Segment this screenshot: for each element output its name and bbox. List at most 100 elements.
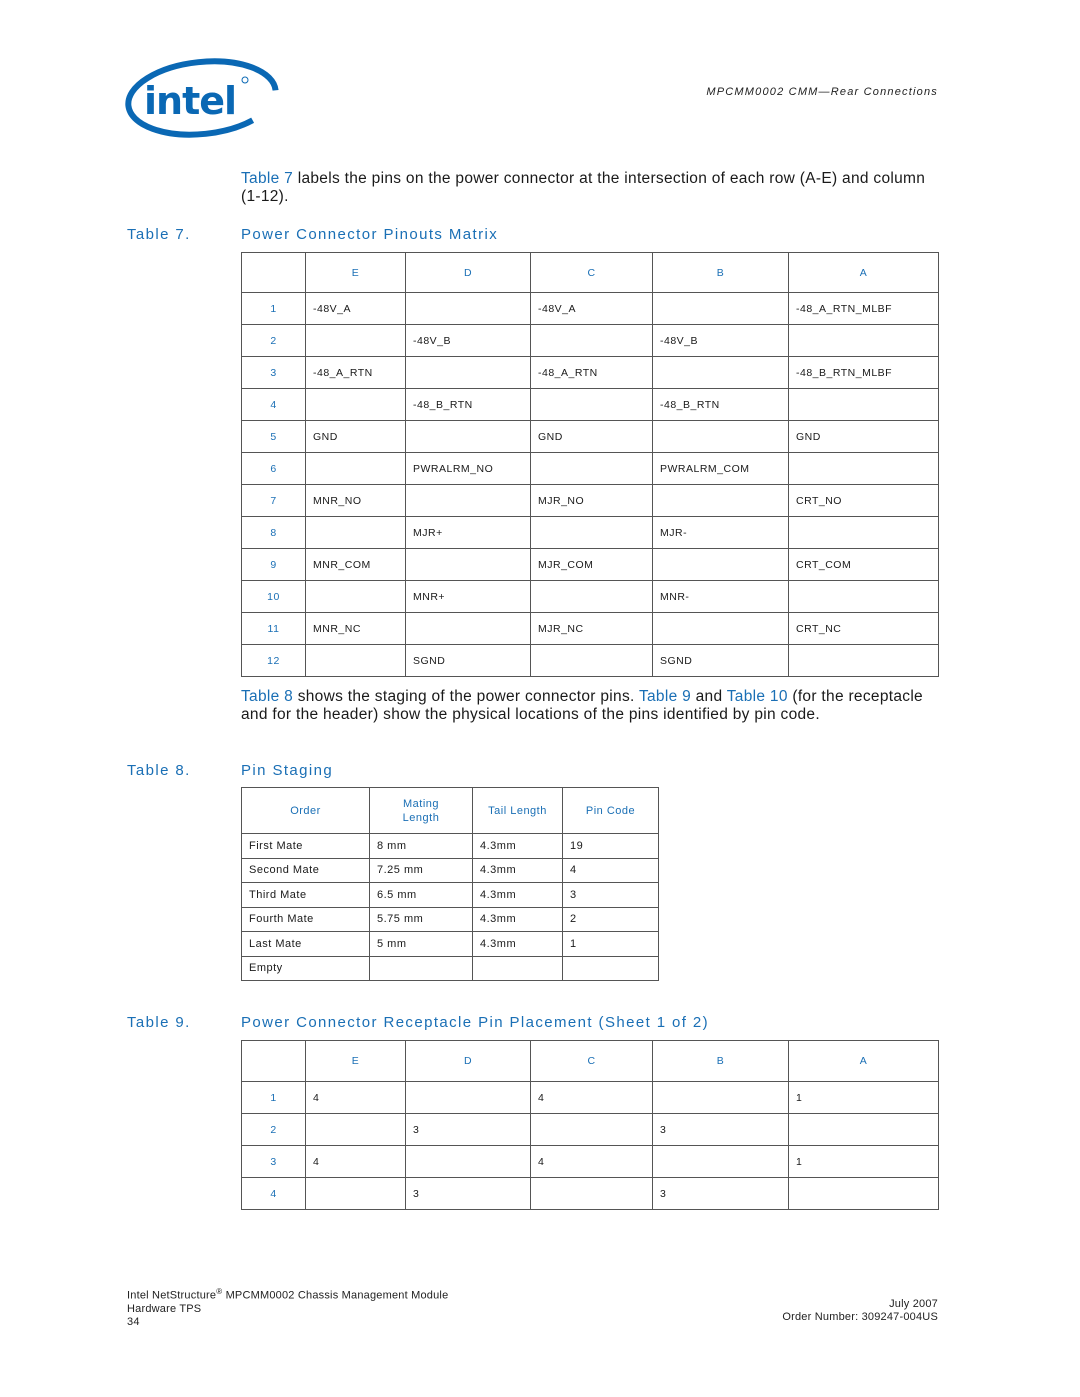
intro7-text: labels the pins on the power connector a…	[241, 170, 926, 205]
table7-caption: Table 7. Power Connector Pinouts Matrix	[127, 226, 498, 243]
row-header: 11	[241, 612, 306, 645]
table-cell: GND	[305, 420, 406, 453]
column-header-mating-length: Mating Length	[369, 787, 473, 834]
table-cell: SGND	[405, 644, 531, 677]
table-cell: -48_B_RTN	[652, 388, 789, 421]
receptacle-pin-placement-table: EDCBA 14412333441433	[241, 1040, 939, 1210]
table-cell	[530, 1177, 653, 1210]
table10-link[interactable]: Table 10	[727, 688, 788, 705]
row-header: 1	[241, 1081, 306, 1114]
table-cell	[788, 452, 939, 485]
table-row: 2 -48V_B -48V_B	[241, 324, 939, 357]
table-cell: 1	[788, 1081, 939, 1114]
table-cell	[530, 1113, 653, 1146]
pin-staging-table: Order Mating Length Tail Length Pin Code Fi…	[241, 787, 659, 981]
table8-link[interactable]: Table 8	[241, 688, 293, 705]
footer-date: July 2007	[889, 1298, 938, 1310]
table-cell	[788, 1177, 939, 1210]
table-row: Second Mate 7.25 mm 4.3mm 4	[241, 857, 659, 883]
table-cell: -48_A_RTN	[305, 356, 406, 389]
table-cell	[652, 292, 789, 325]
table-cell: 5 mm	[369, 931, 473, 957]
table-cell: 3	[405, 1113, 531, 1146]
table-cell: GND	[530, 420, 653, 453]
table-cell: 4.3mm	[472, 857, 563, 883]
table-row: 6 PWRALRM_NO PWRALRM_COM	[241, 452, 939, 485]
table-cell	[405, 612, 531, 645]
intro8-text-2: and	[691, 688, 727, 705]
table-cell: MJR-	[652, 516, 789, 549]
table-cell: Last Mate	[241, 931, 370, 957]
table-cell: Fourth Mate	[241, 906, 370, 932]
table8-caption: Table 8. Pin Staging	[127, 762, 333, 779]
row-header: 2	[241, 324, 306, 357]
table-cell: SGND	[652, 644, 789, 677]
table-cell: 1	[788, 1145, 939, 1178]
corner-header-cell	[241, 1040, 306, 1082]
table-cell	[530, 452, 653, 485]
table7-body: 1 -48V_A -48V_A -48_A_RTN_MLBF 2 -48V_B -48V_B…	[241, 292, 939, 677]
column-header-b: B	[652, 1040, 789, 1082]
table-cell: -48_B_RTN_MLBF	[788, 356, 939, 389]
table-row: 8 MJR+ MJR-	[241, 516, 939, 549]
table-cell: -48_A_RTN_MLBF	[788, 292, 939, 325]
footer-left: Intel NetStructure® MPCMM0002 Chassis Ma…	[127, 1285, 448, 1329]
column-header-c: C	[530, 1040, 653, 1082]
table-cell	[788, 644, 939, 677]
row-header: 4	[241, 1177, 306, 1210]
column-header-a: A	[788, 252, 939, 293]
table-cell	[305, 580, 406, 613]
footer-order-number: Order Number: 309247-004US	[782, 1311, 938, 1323]
row-header: 5	[241, 420, 306, 453]
table-cell	[788, 388, 939, 421]
table-row: 2 3 3	[241, 1113, 939, 1146]
table-cell: -48V_B	[652, 324, 789, 357]
table-row: 9 MNR_COM MJR_COM CRT_COM	[241, 548, 939, 581]
row-header: 6	[241, 452, 306, 485]
table-row: 11 MNR_NC MJR_NC CRT_NC	[241, 612, 939, 645]
table-cell: 4.3mm	[472, 882, 563, 908]
table7-link[interactable]: Table 7	[241, 170, 293, 187]
table9-caption: Table 9. Power Connector Receptacle Pin P…	[127, 1014, 709, 1031]
table-cell: 8 mm	[369, 833, 473, 859]
table9-link[interactable]: Table 9	[639, 688, 691, 705]
table-cell	[530, 644, 653, 677]
table-cell: 4	[305, 1145, 406, 1178]
table-row: 7 MNR_NO MJR_NO CRT_NO	[241, 484, 939, 517]
footer-right: July 2007 Order Number: 309247-004US	[782, 1298, 938, 1324]
table-cell: 3	[562, 882, 659, 908]
footer-product-prefix: Intel NetStructure	[127, 1289, 217, 1302]
table-row: 4 3 3	[241, 1177, 939, 1210]
intel-logo: intel	[125, 58, 279, 138]
row-header: 12	[241, 644, 306, 677]
table-row: First Mate 8 mm 4.3mm 19	[241, 833, 659, 859]
table-cell: 6.5 mm	[369, 882, 473, 908]
table-cell	[305, 1177, 406, 1210]
intro-paragraph-table8: Table 8 shows the staging of the power c…	[241, 688, 941, 724]
table-cell: 3	[652, 1177, 789, 1210]
table-cell	[652, 1145, 789, 1178]
logo-text: intel	[144, 79, 236, 123]
table-cell: MNR+	[405, 580, 531, 613]
corner-header-cell	[241, 252, 306, 293]
table8-number: Table 8.	[127, 762, 191, 779]
footer-product-suffix: MPCMM0002 Chassis Management Module	[222, 1289, 449, 1302]
table-cell: MJR_COM	[530, 548, 653, 581]
table-cell: MJR+	[405, 516, 531, 549]
footer-doc-type: Hardware TPS	[127, 1302, 202, 1315]
column-header-pin-code: Pin Code	[562, 787, 659, 834]
table7-header-row: EDCBA	[241, 252, 939, 293]
table-cell: 19	[562, 833, 659, 859]
column-header-c: C	[530, 252, 653, 293]
table-cell	[788, 516, 939, 549]
table-cell: MNR_COM	[305, 548, 406, 581]
table-cell	[652, 548, 789, 581]
table-cell: CRT_NO	[788, 484, 939, 517]
intro8-text-1: shows the staging of the power connector…	[293, 688, 639, 705]
table-cell	[652, 1081, 789, 1114]
table-cell: 4	[305, 1081, 406, 1114]
table-cell: -48V_A	[305, 292, 406, 325]
column-header-e: E	[305, 1040, 406, 1082]
row-header: 9	[241, 548, 306, 581]
table-cell	[530, 516, 653, 549]
